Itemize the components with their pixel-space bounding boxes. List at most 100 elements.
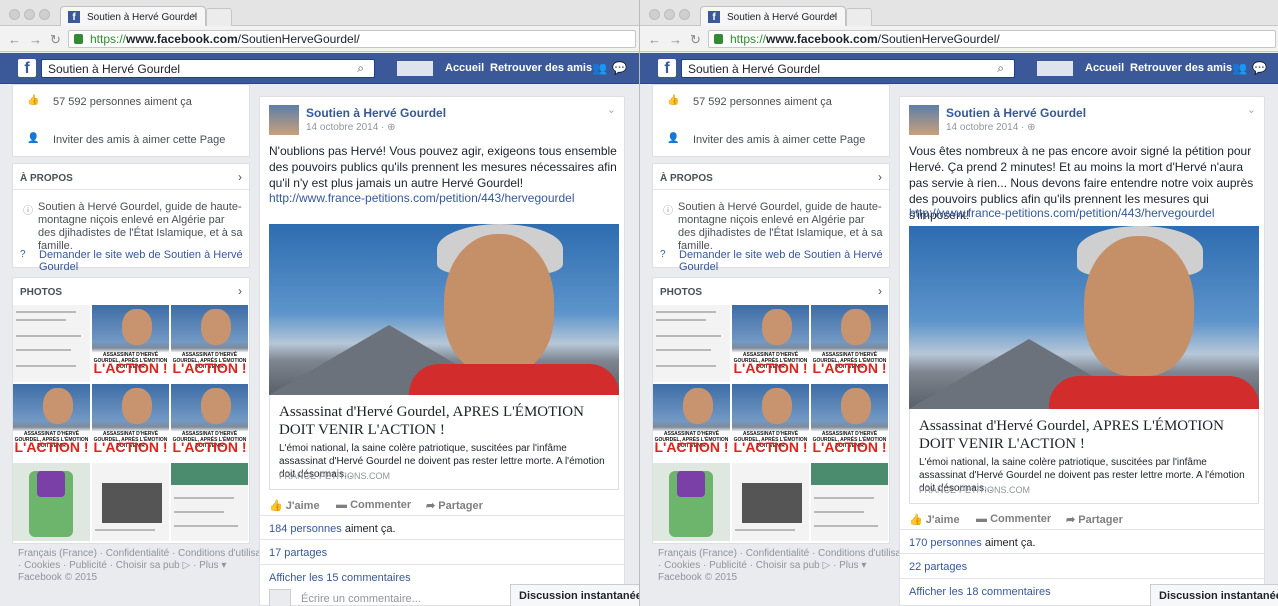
photo-thumb[interactable]: ASSASSINAT D'HERVÉ GOURDEL, APRÈS L'ÉMOT… (732, 305, 809, 382)
comment-field[interactable]: Écrire un commentaire... (269, 587, 509, 606)
chevron-right-icon[interactable]: › (238, 284, 242, 298)
browser-tab[interactable]: f Soutien à Hervé Gourdel × (60, 6, 206, 27)
search-input[interactable]: Soutien à Hervé Gourdel ⌕ (681, 59, 1015, 78)
facebook-logo-icon[interactable]: f (658, 59, 676, 77)
share-button[interactable]: ➦ Partager (426, 499, 483, 512)
forward-icon[interactable]: → (29, 32, 42, 47)
photo-thumb[interactable]: ASSASSINAT D'HERVÉ GOURDEL, APRÈS L'ÉMOT… (92, 305, 169, 382)
messages-icon[interactable]: 💬 (612, 61, 627, 75)
post-date[interactable]: 14 octobre 2014 · ⊕ (306, 122, 396, 133)
photo-thumb[interactable] (13, 305, 90, 382)
close-tab-icon[interactable]: × (831, 11, 837, 22)
photo-thumb[interactable]: ASSASSINAT D'HERVÉ GOURDEL, APRÈS L'ÉMOT… (811, 384, 888, 461)
post-link[interactable]: http://www.france-petitions.com/petition… (909, 206, 1215, 220)
photo-thumb[interactable] (732, 463, 809, 541)
search-icon[interactable]: ⌕ (357, 61, 364, 76)
invite-friends-link[interactable]: Inviter des amis à aimer cette Page (53, 134, 225, 146)
photo-thumb[interactable]: ASSASSINAT D'HERVÉ GOURDEL, APRÈS L'ÉMOT… (732, 384, 809, 461)
photos-header[interactable]: PHOTOS (20, 287, 62, 298)
likes-summary[interactable]: 170 personnes aiment ça. (909, 537, 1036, 549)
chevron-down-icon[interactable]: ⌄ (607, 103, 616, 116)
photo-grid: ASSASSINAT D'HERVÉ GOURDEL, APRÈS L'ÉMOT… (653, 305, 889, 541)
chat-bar[interactable]: Discussion instantanée (Off) (510, 584, 639, 606)
like-button[interactable]: 👍 J'aime (909, 513, 960, 526)
comment-button[interactable]: ▬ Commenter (336, 499, 411, 511)
page-avatar[interactable] (269, 105, 299, 135)
photo-thumb[interactable]: ASSASSINAT D'HERVÉ GOURDEL, APRÈS L'ÉMOT… (13, 384, 90, 461)
view-comments-link[interactable]: Afficher les 15 commentaires (269, 572, 411, 584)
back-icon[interactable]: ← (8, 32, 21, 47)
photo-thumb[interactable] (171, 463, 248, 541)
invite-friends-link[interactable]: Inviter des amis à aimer cette Page (693, 134, 865, 146)
shares-link[interactable]: 17 partages (269, 547, 327, 559)
photo-thumb[interactable] (811, 463, 888, 541)
about-header[interactable]: À PROPOS (20, 173, 73, 184)
link-preview[interactable]: Assassinat d'Hervé Gourdel, APRES L'ÉMOT… (269, 395, 619, 490)
info-icon: ⓘ (23, 206, 33, 217)
window-controls[interactable] (649, 9, 694, 23)
close-tab-icon[interactable]: × (191, 11, 197, 22)
photo-thumb[interactable] (92, 463, 169, 541)
post-author[interactable]: Soutien à Hervé Gourdel (306, 106, 446, 120)
photo-thumb[interactable]: ASSASSINAT D'HERVÉ GOURDEL, APRÈS L'ÉMOT… (811, 305, 888, 382)
url-field[interactable]: https://www.facebook.com/SoutienHerveGou… (708, 30, 1276, 48)
friend-requests-icon[interactable]: 👥 (1232, 61, 1247, 75)
nav-home[interactable]: Accueil (1085, 62, 1124, 74)
view-comments-link[interactable]: Afficher les 18 commentaires (909, 586, 1051, 598)
post-date[interactable]: 14 octobre 2014 · ⊕ (946, 122, 1036, 133)
photo-thumb[interactable] (653, 305, 730, 382)
link-preview-image[interactable] (909, 226, 1259, 409)
facebook-logo-icon[interactable]: f (18, 59, 36, 77)
photos-header[interactable]: PHOTOS (660, 287, 702, 298)
back-icon[interactable]: ← (648, 32, 661, 47)
friend-requests-icon[interactable]: 👥 (592, 61, 607, 75)
info-icon: ⓘ (663, 206, 673, 217)
new-tab-button[interactable] (206, 8, 232, 26)
url-field[interactable]: https://www.facebook.com/SoutienHerveGou… (68, 30, 636, 48)
reload-icon[interactable]: ↻ (50, 32, 61, 48)
nav-find-friends[interactable]: Retrouver des amis (490, 62, 592, 74)
nav-find-friends[interactable]: Retrouver des amis (1130, 62, 1232, 74)
link-preview-image[interactable] (269, 224, 619, 395)
reload-icon[interactable]: ↻ (690, 32, 701, 48)
browser-tab[interactable]: f Soutien à Hervé Gourdel × (700, 6, 846, 27)
photo-thumb[interactable]: ASSASSINAT D'HERVÉ GOURDEL, APRÈS L'ÉMOT… (171, 305, 248, 382)
photo-thumb[interactable]: ASSASSINAT D'HERVÉ GOURDEL, APRÈS L'ÉMOT… (171, 384, 248, 461)
link-title[interactable]: Assassinat d'Hervé Gourdel, APRES L'ÉMOT… (279, 403, 614, 439)
chevron-right-icon[interactable]: › (238, 170, 242, 184)
search-icon[interactable]: ⌕ (997, 61, 1004, 76)
post-link[interactable]: http://www.france-petitions.com/petition… (269, 191, 575, 205)
about-header[interactable]: À PROPOS (660, 173, 713, 184)
window-controls[interactable] (9, 9, 54, 23)
nav-home[interactable]: Accueil (445, 62, 484, 74)
photo-thumb[interactable]: ASSASSINAT D'HERVÉ GOURDEL, APRÈS L'ÉMOT… (92, 384, 169, 461)
photo-thumb[interactable] (653, 463, 730, 541)
profile-avatar[interactable] (397, 61, 433, 76)
new-tab-button[interactable] (846, 8, 872, 26)
photo-thumb[interactable]: ASSASSINAT D'HERVÉ GOURDEL, APRÈS L'ÉMOT… (653, 384, 730, 461)
chevron-right-icon[interactable]: › (878, 284, 882, 298)
profile-avatar[interactable] (1037, 61, 1073, 76)
page-avatar[interactable] (909, 105, 939, 135)
search-input[interactable]: Soutien à Hervé Gourdel ⌕ (41, 59, 375, 78)
forward-icon[interactable]: → (669, 32, 682, 47)
chevron-down-icon[interactable]: ⌄ (1247, 103, 1256, 116)
request-website-link[interactable]: Demander le site web de Soutien à Hervé … (679, 249, 889, 273)
request-website-link[interactable]: Demander le site web de Soutien à Hervé … (39, 249, 249, 273)
globe-icon: ⊕ (1027, 122, 1036, 133)
link-preview[interactable]: Assassinat d'Hervé Gourdel, APRES L'ÉMOT… (909, 409, 1259, 504)
messages-icon[interactable]: 💬 (1252, 61, 1267, 75)
footer-links[interactable]: Français (France) · Confidentialité · Co… (18, 548, 277, 584)
chat-bar[interactable]: Discussion instantanée (Off) (1150, 584, 1278, 606)
like-button[interactable]: 👍 J'aime (269, 499, 320, 512)
avatar (269, 589, 291, 606)
share-button[interactable]: ➦ Partager (1066, 513, 1123, 526)
chevron-right-icon[interactable]: › (878, 170, 882, 184)
photo-thumb[interactable] (13, 463, 90, 541)
likes-summary[interactable]: 184 personnes aiment ça. (269, 523, 396, 535)
footer-links[interactable]: Français (France) · Confidentialité · Co… (658, 548, 917, 584)
link-title[interactable]: Assassinat d'Hervé Gourdel, APRES L'ÉMOT… (919, 417, 1254, 453)
post-author[interactable]: Soutien à Hervé Gourdel (946, 106, 1086, 120)
comment-button[interactable]: ▬ Commenter (976, 513, 1051, 525)
shares-link[interactable]: 22 partages (909, 561, 967, 573)
